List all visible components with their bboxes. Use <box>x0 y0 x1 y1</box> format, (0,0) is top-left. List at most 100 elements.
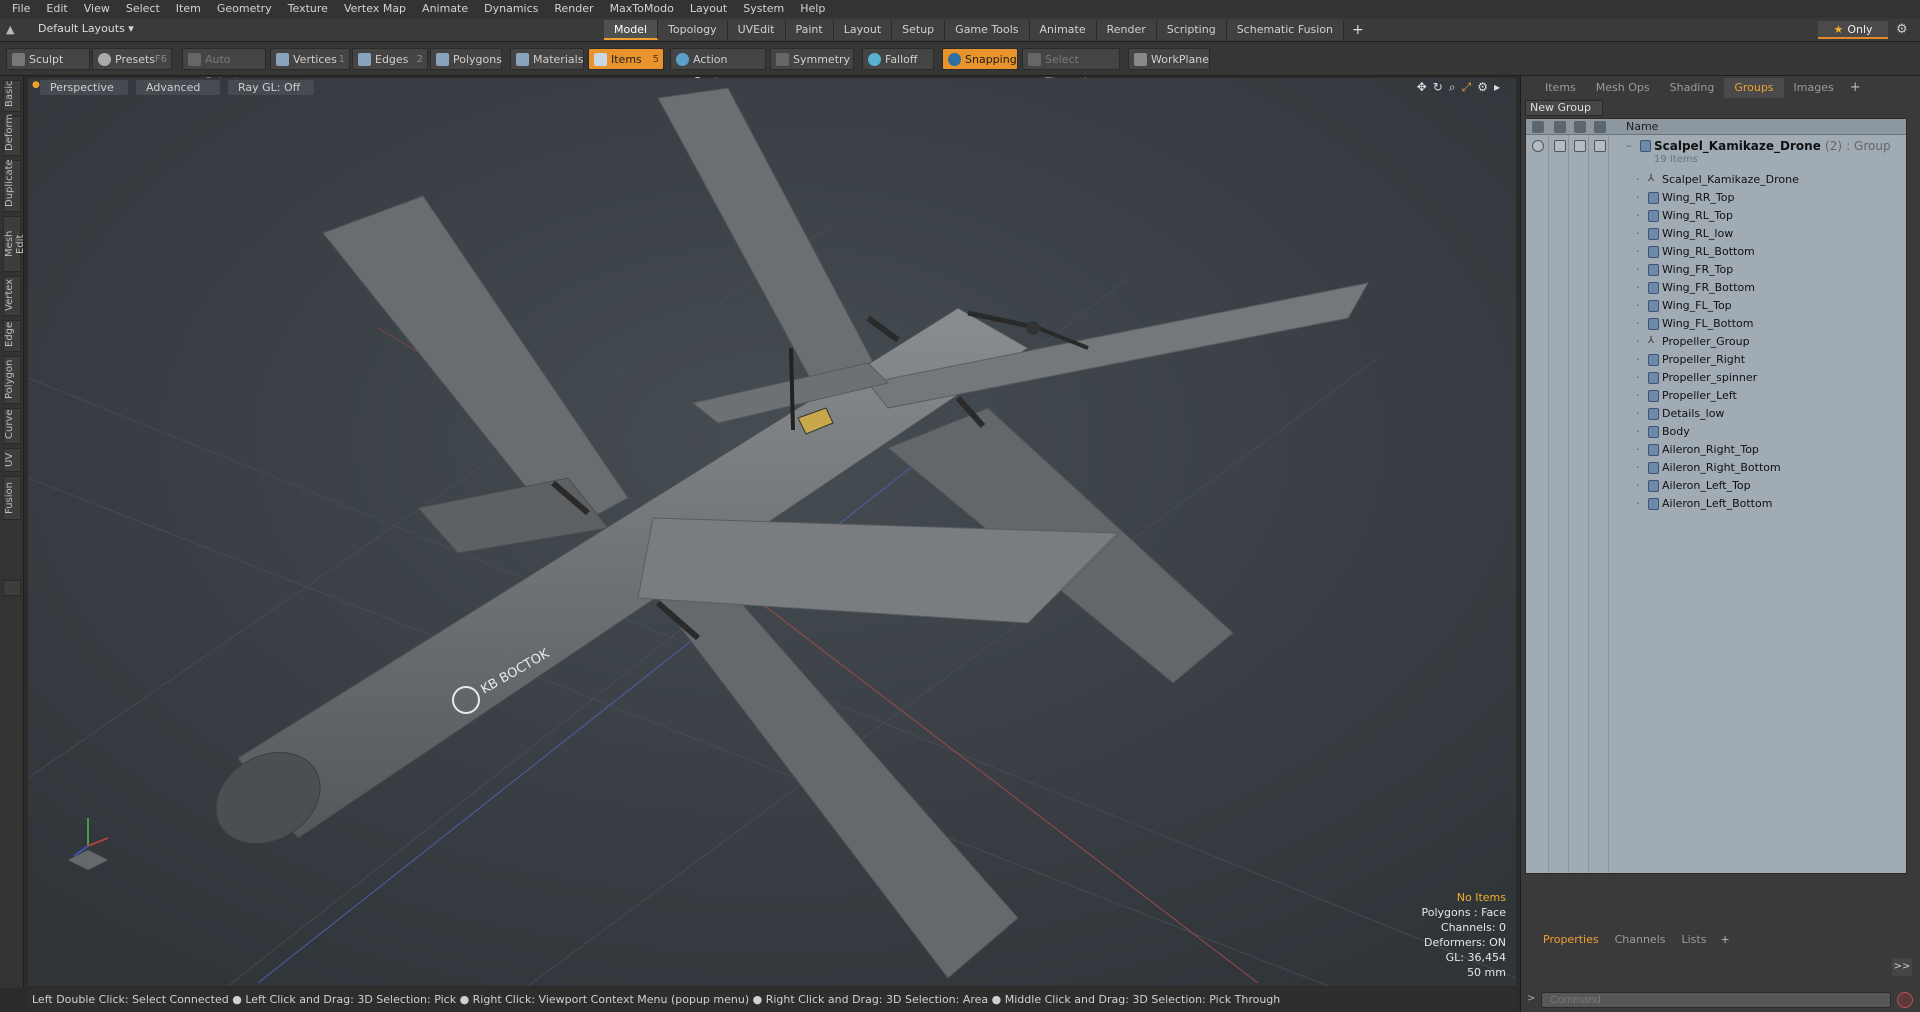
sculpt-button[interactable]: Sculpt <box>6 48 90 70</box>
menu-dynamics[interactable]: Dynamics <box>476 0 546 18</box>
menu-view[interactable]: View <box>76 0 118 18</box>
viewport-view-button[interactable]: Perspective <box>40 80 128 95</box>
auto-select-button[interactable]: Auto Select <box>182 48 266 88</box>
action-center-button[interactable]: Action Center <box>670 48 766 88</box>
tab-properties[interactable]: Properties <box>1535 930 1607 950</box>
add-bottom-tab-icon[interactable]: + <box>1714 930 1735 950</box>
command-arrow-icon[interactable]: > <box>1527 993 1535 1004</box>
viewport-menu-icon[interactable]: ● <box>32 80 40 90</box>
tab-game-tools[interactable]: Game Tools <box>945 20 1030 40</box>
select-column-icon[interactable] <box>1594 121 1606 133</box>
polygons-button[interactable]: Polygons <box>430 48 502 70</box>
tree-item[interactable]: · ⅄ Propeller_Group <box>1526 333 1906 351</box>
menu-help[interactable]: Help <box>792 0 833 18</box>
left-tab-curve[interactable]: Curve <box>3 408 21 444</box>
layout-home-icon[interactable]: ▲ <box>6 23 20 37</box>
tree-item[interactable]: · Propeller_spinner <box>1526 369 1906 387</box>
materials-button[interactable]: Materials <box>510 48 584 70</box>
maximize-view-icon[interactable]: ⤢ <box>1462 80 1472 95</box>
eye-icon[interactable] <box>1532 140 1544 152</box>
tab-render[interactable]: Render <box>1096 20 1157 40</box>
falloff-button[interactable]: Falloff <box>862 48 934 70</box>
tree-item[interactable]: · Wing_FL_Top <box>1526 297 1906 315</box>
tab-groups[interactable]: Groups <box>1724 78 1784 98</box>
menu-geometry[interactable]: Geometry <box>209 0 280 18</box>
viewport-gear-icon[interactable]: ⚙ <box>1477 80 1488 95</box>
left-tab-polygon[interactable]: Polygon <box>3 356 21 404</box>
vertices-button[interactable]: Vertices 1 <box>270 48 350 70</box>
tab-animate[interactable]: Animate <box>1029 20 1097 40</box>
tab-uvedit[interactable]: UVEdit <box>727 20 786 40</box>
add-panel-tab-icon[interactable]: + <box>1844 78 1867 98</box>
left-tab-fusion[interactable]: Fusion <box>3 476 21 520</box>
tab-paint[interactable]: Paint <box>785 20 834 40</box>
tab-layout[interactable]: Layout <box>833 20 893 40</box>
record-macro-icon[interactable] <box>1897 992 1913 1008</box>
expand-arrow-icon[interactable]: >> <box>1892 958 1912 976</box>
items-button[interactable]: Items 5 <box>588 48 664 70</box>
menu-animate[interactable]: Animate <box>414 0 476 18</box>
tree-item[interactable]: · Propeller_Right <box>1526 351 1906 369</box>
tab-scripting[interactable]: Scripting <box>1156 20 1227 40</box>
tree-item[interactable]: · Body <box>1526 423 1906 441</box>
tree-item[interactable]: · ⅄ Scalpel_Kamikaze_Drone <box>1526 171 1906 189</box>
viewport-raygl-button[interactable]: Ray GL: Off <box>228 80 314 95</box>
render-column-icon[interactable] <box>1554 121 1566 133</box>
snapping-button[interactable]: Snapping <box>942 48 1018 70</box>
lock-column-icon[interactable] <box>1574 121 1586 133</box>
tab-images[interactable]: Images <box>1784 78 1844 98</box>
menu-item[interactable]: Item <box>168 0 209 18</box>
left-tab-basic[interactable]: Basic <box>3 80 21 112</box>
workplane-button[interactable]: WorkPlane <box>1128 48 1210 70</box>
menu-system[interactable]: System <box>735 0 792 18</box>
eye-column-icon[interactable] <box>1532 121 1544 133</box>
tree-item[interactable]: · Wing_RL_Bottom <box>1526 243 1906 261</box>
menu-render[interactable]: Render <box>546 0 601 18</box>
tree-item[interactable]: · Wing_FR_Top <box>1526 261 1906 279</box>
tab-topology[interactable]: Topology <box>658 20 728 40</box>
tree-item[interactable]: · Details_low <box>1526 405 1906 423</box>
lock-toggle-icon[interactable] <box>1574 140 1586 152</box>
left-tab-deform[interactable]: Deform <box>3 114 21 156</box>
tree-item[interactable]: · Wing_FR_Bottom <box>1526 279 1906 297</box>
tab-mesh-ops[interactable]: Mesh Ops <box>1586 78 1660 98</box>
3d-viewport[interactable]: KB BOCTOK ● Perspective Advanced Ray GL:… <box>28 78 1516 986</box>
tab-model[interactable]: Model <box>604 20 659 40</box>
tab-setup[interactable]: Setup <box>892 20 946 40</box>
menu-layout[interactable]: Layout <box>682 0 735 18</box>
tab-items[interactable]: Items <box>1535 78 1586 98</box>
symmetry-button[interactable]: Symmetry <box>770 48 854 70</box>
tree-item[interactable]: · Wing_FL_Bottom <box>1526 315 1906 333</box>
tree-item[interactable]: · Aileron_Left_Bottom <box>1526 495 1906 513</box>
new-group-button[interactable]: New Group <box>1525 100 1603 116</box>
tree-item[interactable]: · Wing_RL_low <box>1526 225 1906 243</box>
tree-item[interactable]: · Aileron_Right_Bottom <box>1526 459 1906 477</box>
tree-item[interactable]: · Aileron_Right_Top <box>1526 441 1906 459</box>
menu-edit[interactable]: Edit <box>38 0 75 18</box>
select-toggle-icon[interactable] <box>1594 140 1606 152</box>
gear-icon[interactable]: ⚙ <box>1896 22 1908 37</box>
tab-lists[interactable]: Lists <box>1674 930 1715 950</box>
command-input[interactable] <box>1541 992 1891 1008</box>
left-tab-expand[interactable] <box>3 580 21 596</box>
render-toggle-icon[interactable] <box>1554 140 1566 152</box>
add-tab-icon[interactable]: + <box>1344 20 1372 40</box>
select-through-button[interactable]: Select Through <box>1022 48 1120 88</box>
presets-button[interactable]: Presets F6 <box>92 48 172 70</box>
left-tab-duplicate[interactable]: Duplicate <box>3 159 21 212</box>
tree-item[interactable]: · Wing_RR_Top <box>1526 189 1906 207</box>
layout-dropdown[interactable]: Default Layouts ▾ <box>38 22 134 35</box>
tab-schematic-fusion[interactable]: Schematic Fusion <box>1226 20 1345 40</box>
viewport-shading-button[interactable]: Advanced <box>136 80 220 95</box>
tree-item[interactable]: · Wing_RL_Top <box>1526 207 1906 225</box>
left-tab-vertex[interactable]: Vertex <box>3 276 21 316</box>
tree-item[interactable]: · Propeller_Left <box>1526 387 1906 405</box>
menu-maxtomodo[interactable]: MaxToModo <box>602 0 682 18</box>
rotate-view-icon[interactable]: ↻ <box>1433 80 1443 95</box>
menu-texture[interactable]: Texture <box>280 0 336 18</box>
move-view-icon[interactable]: ✥ <box>1417 80 1427 95</box>
zoom-view-icon[interactable]: ⌕ <box>1449 80 1456 95</box>
edges-button[interactable]: Edges 2 <box>352 48 428 70</box>
collapse-icon[interactable]: – <box>1626 137 1632 155</box>
viewport-arrow-icon[interactable]: ▸ <box>1494 80 1500 95</box>
